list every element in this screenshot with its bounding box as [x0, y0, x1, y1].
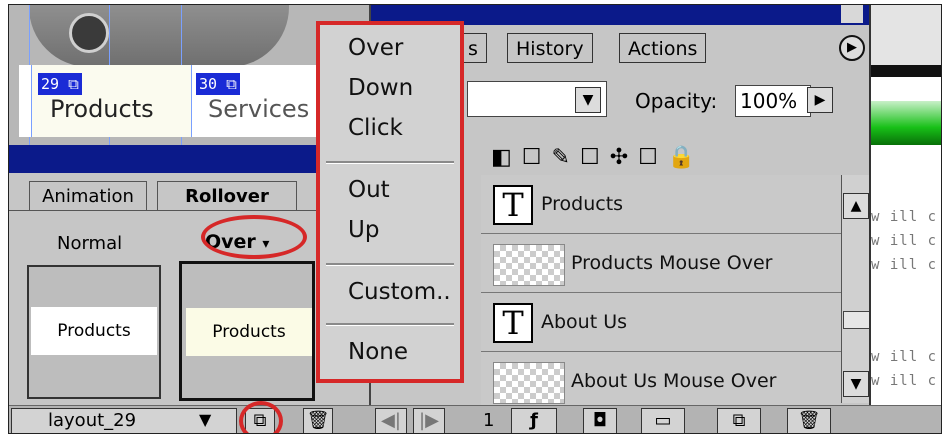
swatch-area: [871, 5, 941, 65]
thumbnail-text: Products: [31, 307, 157, 355]
chevron-down-icon[interactable]: ▼: [575, 87, 601, 113]
slice-select-value: layout_29: [48, 410, 137, 431]
checkbox[interactable]: ☐: [580, 145, 610, 170]
delete-state-button[interactable]: 🗑: [303, 408, 333, 433]
text-snippet: w ill c: [871, 209, 938, 225]
highlight-circle: [201, 215, 307, 259]
prev-frame-button[interactable]: ◀|: [375, 408, 407, 433]
menu-separator: [326, 263, 454, 266]
lock-icon[interactable]: 🔒: [668, 145, 705, 170]
text-snippet: w ill c: [871, 257, 938, 273]
mask-icon: ◘: [592, 410, 608, 431]
menu-item-custom[interactable]: Custom..: [348, 279, 451, 305]
checkbox[interactable]: ☐: [522, 145, 552, 170]
opacity-field[interactable]: 100%: [735, 85, 811, 117]
layers-scrollbar[interactable]: ▲ ▼: [841, 175, 871, 403]
lock-options[interactable]: ◧☐✎☐✣☐🔒: [491, 145, 705, 170]
add-mask-button[interactable]: ◘: [583, 408, 617, 433]
over-state-thumbnail[interactable]: Products: [179, 261, 315, 401]
menu-item-over[interactable]: Over: [348, 35, 403, 61]
app-window: 29 ⧉ Products 30 ⧉ Services Animation Ro…: [8, 4, 942, 434]
tire-graphic: [69, 13, 109, 53]
slice-label: Products: [50, 95, 154, 123]
lock-transparency-icon[interactable]: ◧: [491, 145, 522, 170]
car-image: [29, 5, 289, 67]
opacity-label: Opacity:: [635, 89, 718, 113]
tab-actions[interactable]: Actions: [619, 33, 707, 63]
type-layer-icon: T: [493, 303, 533, 343]
slice-number-badge: 30 ⧉: [196, 73, 240, 95]
next-frame-button[interactable]: |▶: [413, 408, 445, 433]
layer-thumbnail: [493, 244, 565, 286]
document-canvas: 29 ⧉ Products 30 ⧉ Services: [9, 5, 371, 145]
menu-item-none[interactable]: None: [348, 339, 408, 365]
window-zoom-icon[interactable]: [841, 5, 863, 23]
thumbnail-text: Products: [186, 308, 312, 356]
text-snippet: w ill c: [871, 233, 938, 249]
slice-label: Services: [208, 95, 310, 123]
brush-icon[interactable]: ✎: [552, 145, 580, 170]
new-layer-button[interactable]: ⧉: [717, 408, 761, 433]
text-snippet: w ill c: [871, 373, 938, 389]
chevron-down-icon: ▼: [199, 410, 212, 429]
new-set-button[interactable]: ▭: [641, 408, 685, 433]
state-menu: Over Down Click Out Up Custom.. None: [316, 21, 464, 383]
layer-name: Products: [541, 193, 624, 215]
delete-layer-button[interactable]: 🗑: [787, 408, 831, 433]
trash-icon: 🗑: [797, 410, 821, 431]
tab-animation[interactable]: Animation: [29, 181, 147, 211]
layer-row[interactable]: T Products: [481, 175, 841, 234]
menu-item-down[interactable]: Down: [348, 75, 413, 101]
normal-state-label: Normal: [57, 233, 123, 254]
scroll-thumb[interactable]: [843, 311, 871, 329]
tab-history[interactable]: History: [507, 33, 593, 63]
tab-rollover[interactable]: Rollover: [157, 181, 297, 211]
menu-item-out[interactable]: Out: [348, 177, 390, 203]
menu-item-click[interactable]: Click: [348, 115, 403, 141]
highlight-circle: [239, 401, 283, 433]
frame-number: 1: [483, 410, 495, 431]
menu-separator: [326, 161, 454, 164]
folder-icon: ▭: [654, 410, 672, 431]
layer-row[interactable]: Products Mouse Over: [481, 234, 841, 293]
menu-separator: [326, 323, 454, 326]
checkbox[interactable]: ☐: [638, 145, 668, 170]
normal-state-thumbnail[interactable]: Products: [27, 265, 161, 399]
move-icon[interactable]: ✣: [610, 145, 638, 170]
right-panel: w ill c w ill c w ill c w ill c w ill c: [869, 5, 941, 405]
layer-effects-button[interactable]: ƒ: [511, 408, 557, 433]
scroll-down-icon[interactable]: ▼: [843, 371, 869, 397]
slice-number-badge: 29 ⧉: [38, 73, 82, 95]
slice-products[interactable]: 29 ⧉ Products: [31, 65, 193, 137]
type-layer-icon: T: [493, 185, 533, 225]
trash-icon: 🗑: [306, 410, 330, 431]
layer-thumbnail: [493, 362, 565, 404]
chevron-right-icon[interactable]: ▶: [807, 87, 833, 113]
effects-icon: ƒ: [530, 410, 538, 431]
layer-row[interactable]: T About Us: [481, 293, 841, 352]
layers-list: T Products Products Mouse Over T About U…: [481, 175, 841, 411]
bottom-toolbar: layout_29 ▼ ⧉ 🗑 ◀| |▶ 1 ƒ ◘ ▭ ⧉ 🗑: [9, 405, 941, 433]
green-gradient: [871, 101, 941, 145]
palette-menu-icon[interactable]: ▶: [839, 35, 865, 61]
scroll-up-icon[interactable]: ▲: [843, 193, 869, 219]
menu-item-up[interactable]: Up: [348, 217, 379, 243]
text-snippet: w ill c: [871, 349, 938, 365]
new-page-icon: ⧉: [732, 410, 746, 431]
layer-row[interactable]: About Us Mouse Over: [481, 352, 841, 411]
layer-name: About Us: [541, 311, 628, 333]
screen: 29 ⧉ Products 30 ⧉ Services Animation Ro…: [0, 0, 948, 439]
layer-name: Products Mouse Over: [571, 252, 773, 274]
color-bar: [871, 65, 941, 77]
layer-name: About Us Mouse Over: [571, 370, 777, 392]
